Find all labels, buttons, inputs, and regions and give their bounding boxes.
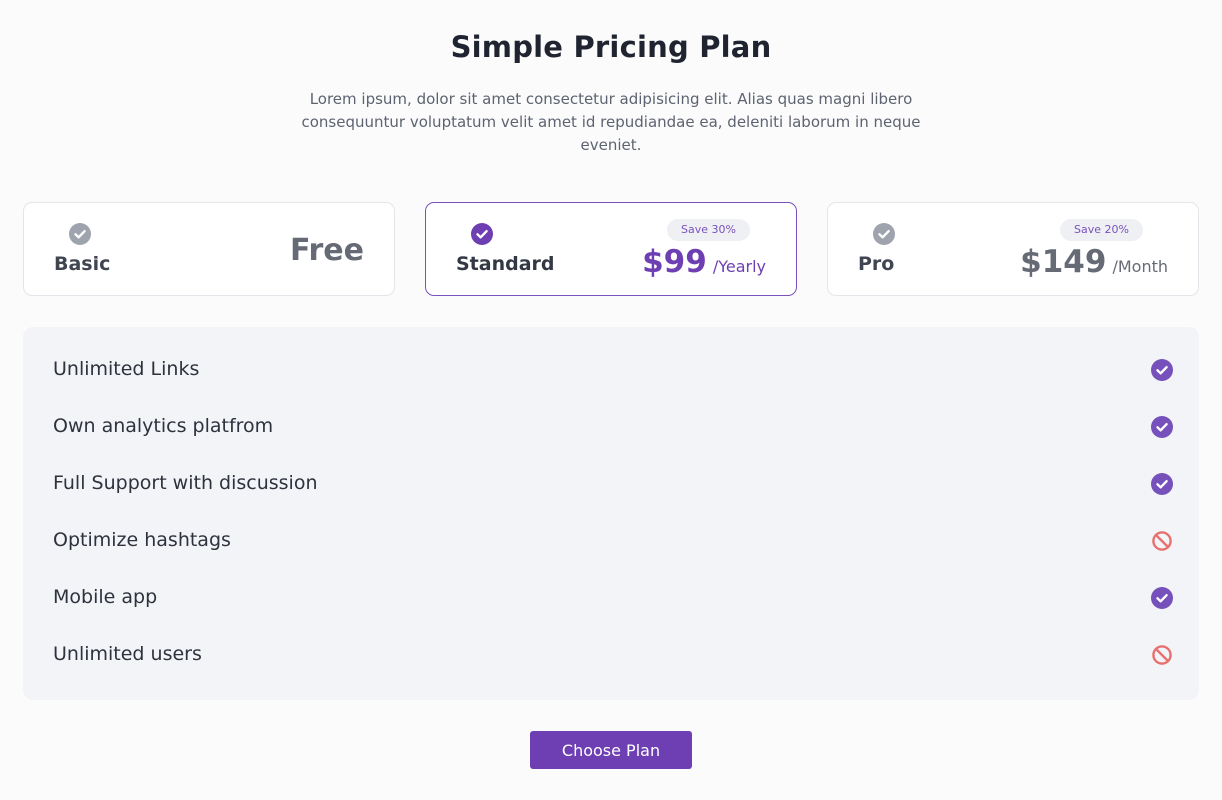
feature-list: Unlimited Links Own analytics platfrom F…: [23, 327, 1199, 700]
check-circle-icon: [471, 223, 493, 245]
check-circle-icon: [1151, 359, 1173, 381]
save-badge: Save 20%: [1060, 219, 1143, 241]
feature-label: Own analytics platfrom: [53, 415, 274, 437]
feature-label: Full Support with discussion: [53, 472, 318, 494]
feature-label: Mobile app: [53, 586, 158, 608]
page-title: Simple Pricing Plan: [450, 30, 772, 64]
feature-row: Full Support with discussion: [53, 464, 1173, 504]
feature-label: Unlimited users: [53, 643, 202, 665]
ban-icon: [1151, 644, 1173, 666]
pricing-page: Simple Pricing Plan Lorem ipsum, dolor s…: [0, 0, 1222, 800]
page-subtitle: Lorem ipsum, dolor sit amet consectetur …: [301, 90, 921, 154]
plan-price: $149: [1020, 244, 1107, 280]
feature-row: Unlimited users: [53, 635, 1173, 675]
feature-label: Optimize hashtags: [53, 529, 231, 551]
plan-card-standard[interactable]: Standard Save 30% $99/Yearly: [425, 202, 797, 296]
check-circle-icon: [69, 223, 91, 245]
ban-icon: [1151, 530, 1173, 552]
plan-name: Basic: [54, 253, 111, 275]
plan-card-pro[interactable]: Pro Save 20% $149/Month: [827, 202, 1199, 296]
feature-row: Optimize hashtags: [53, 521, 1173, 561]
save-badge: Save 30%: [667, 219, 750, 241]
plan-price-row: $149/Month: [1020, 244, 1168, 280]
feature-row: Unlimited Links: [53, 350, 1173, 390]
plan-selector: Basic Free Standard Save 30% $99/Yearly …: [23, 202, 1199, 296]
plan-price-row: Free: [290, 233, 364, 268]
plan-period: /Month: [1112, 257, 1168, 276]
check-circle-icon: [1151, 587, 1173, 609]
choose-plan-button[interactable]: Choose Plan: [530, 731, 692, 769]
plan-period: /Yearly: [712, 257, 766, 276]
feature-row: Own analytics platfrom: [53, 407, 1173, 447]
check-circle-icon: [873, 223, 895, 245]
plan-price-row: $99/Yearly: [642, 244, 766, 280]
plan-price: $99: [642, 244, 707, 280]
feature-label: Unlimited Links: [53, 358, 200, 380]
plan-card-basic[interactable]: Basic Free: [23, 202, 395, 296]
plan-price: Free: [289, 233, 364, 268]
feature-row: Mobile app: [53, 578, 1173, 618]
plan-name: Pro: [858, 253, 895, 275]
plan-name: Standard: [456, 253, 555, 275]
check-circle-icon: [1151, 473, 1173, 495]
check-circle-icon: [1151, 416, 1173, 438]
